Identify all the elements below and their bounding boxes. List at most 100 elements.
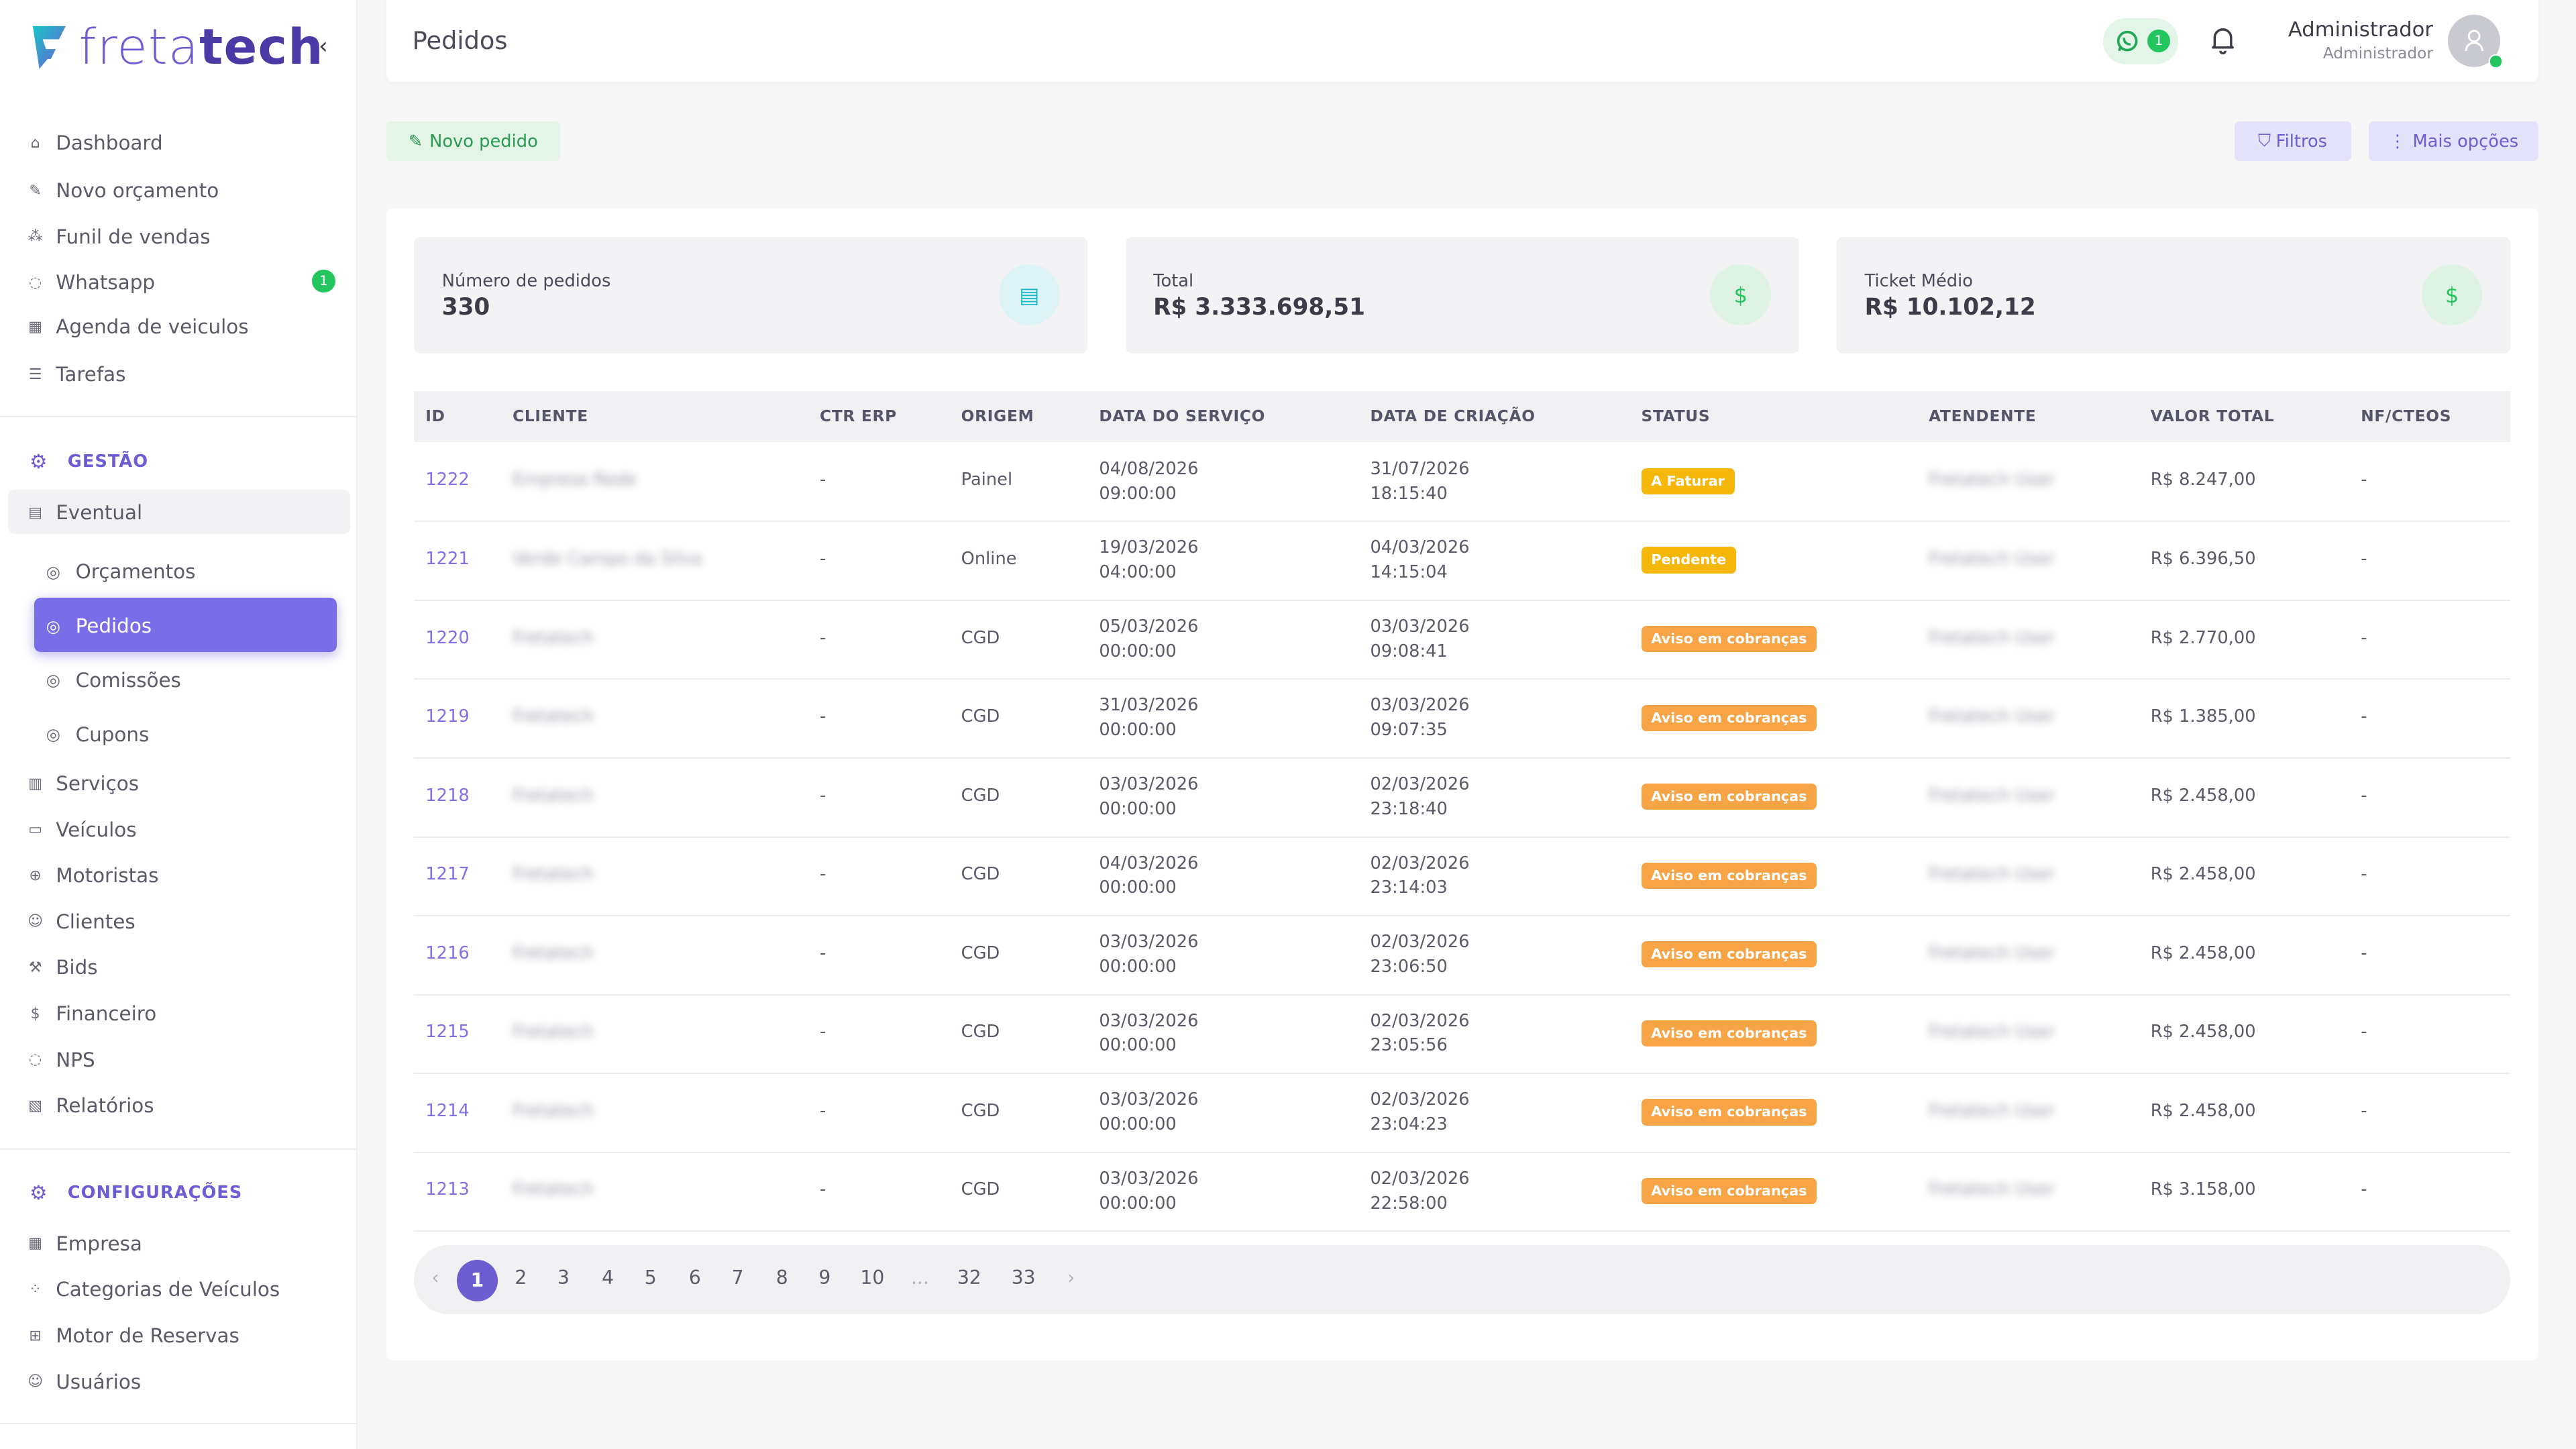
users-icon: ☺ bbox=[28, 913, 44, 930]
nav-orcamentos[interactable]: ◎ Orçamentos bbox=[46, 555, 196, 588]
page-button[interactable]: 32 bbox=[951, 1267, 987, 1289]
table-row[interactable]: 1221 Verde Campo da Silva - Online 19/03/202… bbox=[414, 521, 2511, 601]
col-cliente[interactable]: CLIENTE bbox=[513, 407, 588, 425]
cell-id[interactable]: 1219 bbox=[425, 706, 469, 727]
nav-label: Empresa bbox=[56, 1232, 142, 1255]
table-row[interactable]: 1214 Fretatech - CGD 03/03/2026 00:00:00 02/03… bbox=[414, 1073, 2511, 1153]
col-id[interactable]: ID bbox=[425, 407, 445, 425]
page-button[interactable]: 9 bbox=[806, 1267, 843, 1289]
nav-label: Orçamentos bbox=[75, 560, 196, 584]
cell-data-criacao: 02/03/2026 23:05:56 bbox=[1370, 1009, 1469, 1058]
table-row[interactable]: 1215 Fretatech - CGD 03/03/2026 00:00:00 02/03… bbox=[414, 994, 2511, 1075]
nav-comissoes[interactable]: ◎ Comissões bbox=[46, 663, 181, 696]
user-name[interactable]: Administrador bbox=[2288, 18, 2433, 42]
nav-financeiro[interactable]: $ Financeiro bbox=[26, 998, 157, 1030]
cell-nf: - bbox=[2361, 1022, 2367, 1042]
cell-data-criacao: 04/03/2026 14:15:04 bbox=[1370, 535, 1469, 584]
col-status[interactable]: STATUS bbox=[1642, 407, 1711, 425]
cell-date: 02/03/2026 bbox=[1370, 1010, 1470, 1031]
cell-id[interactable]: 1222 bbox=[425, 470, 469, 490]
cell-date: 02/03/2026 bbox=[1370, 1168, 1470, 1189]
brand-logo[interactable]: fretatech bbox=[30, 19, 324, 75]
bell-icon[interactable] bbox=[2210, 26, 2236, 54]
nav-eventual[interactable]: ▤ Eventual bbox=[26, 496, 142, 529]
nav-motor-reservas[interactable]: ⊞ Motor de Reservas bbox=[26, 1320, 239, 1352]
table-row[interactable]: 1216 Fretatech - CGD 03/03/2026 00:00:00 02/03… bbox=[414, 915, 2511, 996]
cell-nf: - bbox=[2361, 1100, 2367, 1121]
nav-veiculos[interactable]: ▭ Veículos bbox=[26, 813, 136, 846]
page-button[interactable]: 4 bbox=[590, 1267, 626, 1289]
page-button[interactable]: 2 bbox=[502, 1267, 539, 1289]
next-page-button[interactable]: › bbox=[1053, 1267, 1089, 1289]
nav-usuarios[interactable]: ☺ Usuários bbox=[26, 1365, 141, 1398]
page-button[interactable]: 8 bbox=[764, 1267, 800, 1289]
gear-icon: ⚙ bbox=[30, 1181, 48, 1204]
table-row[interactable]: 1219 Fretatech - CGD 31/03/2026 00:00:00 03/03… bbox=[414, 678, 2511, 759]
clipboard-icon: ▥ bbox=[28, 775, 43, 792]
nav-whatsapp[interactable]: ◌ Whatsapp bbox=[26, 266, 155, 299]
nav-label: Pedidos bbox=[75, 614, 152, 638]
cell-time: 04:00:00 bbox=[1099, 562, 1177, 583]
cell-id[interactable]: 1214 bbox=[425, 1101, 469, 1121]
page-button[interactable]: 7 bbox=[720, 1267, 756, 1289]
nav-relatorios[interactable]: ▧ Relatórios bbox=[26, 1089, 154, 1122]
status-badge: Aviso em cobranças bbox=[1641, 1020, 1817, 1046]
cell-atendente: Fretatech User bbox=[1929, 1022, 2055, 1042]
button-label: Novo pedido bbox=[429, 131, 538, 152]
cell-id[interactable]: 1213 bbox=[425, 1179, 469, 1199]
col-valor-total[interactable]: VALOR TOTAL bbox=[2151, 407, 2275, 425]
status-badge: Aviso em cobranças bbox=[1641, 862, 1817, 889]
section-gestao: ⚙ GESTÃO bbox=[30, 450, 148, 473]
col-atendente[interactable]: ATENDENTE bbox=[1929, 407, 2036, 425]
table-row[interactable]: 1213 Fretatech - CGD 03/03/2026 00:00:00 02/03… bbox=[414, 1152, 2511, 1232]
cell-id[interactable]: 1216 bbox=[425, 943, 469, 963]
cell-origem: CGD bbox=[961, 1022, 1000, 1042]
nav-agenda[interactable]: ▦ Agenda de veiculos bbox=[26, 311, 248, 343]
table-row[interactable]: 1218 Fretatech - CGD 03/03/2026 00:00:00 02/03… bbox=[414, 757, 2511, 838]
table-row[interactable]: 1222 Empresa Rede - Painel 04/08/2026 09:00:0… bbox=[414, 442, 2511, 523]
nav-nps[interactable]: ◌ NPS bbox=[26, 1043, 95, 1076]
page-button[interactable]: 3 bbox=[545, 1267, 582, 1289]
cell-id[interactable]: 1217 bbox=[425, 864, 469, 884]
nav-servicos[interactable]: ▥ Serviços bbox=[26, 767, 139, 800]
chat-icon: ◌ bbox=[29, 1051, 42, 1069]
page-button[interactable]: 10 bbox=[854, 1267, 890, 1289]
page-button-active[interactable]: 1 bbox=[456, 1260, 498, 1301]
page-button[interactable]: 6 bbox=[677, 1267, 713, 1289]
filtros-button[interactable]: ⛉ Filtros bbox=[2234, 121, 2351, 161]
col-origem[interactable]: ORIGEM bbox=[961, 407, 1034, 425]
col-data-criacao[interactable]: DATA DE CRIAÇÃO bbox=[1370, 407, 1535, 425]
nav-dashboard[interactable]: ⌂ Dashboard bbox=[26, 127, 163, 160]
nav-bids[interactable]: ⚒ Bids bbox=[26, 951, 98, 984]
nav-novo-orcamento[interactable]: ✎ Novo orçamento bbox=[26, 174, 219, 207]
mais-opcoes-button[interactable]: ⋮ Mais opções bbox=[2369, 121, 2538, 161]
cell-id[interactable]: 1215 bbox=[425, 1022, 469, 1042]
col-ctr-erp[interactable]: CTR ERP bbox=[820, 407, 897, 425]
nav-pedidos[interactable]: ◎ Pedidos bbox=[46, 610, 152, 643]
page-button[interactable]: 33 bbox=[1006, 1267, 1042, 1289]
table-row[interactable]: 1217 Fretatech - CGD 04/03/2026 00:00:00 02/03… bbox=[414, 837, 2511, 917]
cell-id[interactable]: 1220 bbox=[425, 628, 469, 648]
collapse-sidebar-icon[interactable]: ‹ bbox=[319, 33, 328, 60]
top-header: Pedidos 1 Administrador Administrador bbox=[386, 0, 2538, 83]
col-nf-cteos[interactable]: NF/CTEOS bbox=[2361, 407, 2451, 425]
cell-id[interactable]: 1221 bbox=[425, 549, 469, 569]
nav-motoristas[interactable]: ⊕ Motoristas bbox=[26, 859, 158, 892]
cell-cliente: Empresa Rede bbox=[513, 470, 637, 490]
novo-pedido-button[interactable]: ✎ Novo pedido bbox=[386, 121, 561, 161]
cell-ctr-erp: - bbox=[820, 706, 826, 727]
nav-categorias[interactable]: ⁘ Categorias de Veículos bbox=[26, 1273, 280, 1306]
nav-empresa[interactable]: ▦ Empresa bbox=[26, 1227, 142, 1260]
nav-funil[interactable]: ⁂ Funil de vendas bbox=[26, 220, 211, 253]
nav-cupons[interactable]: ◎ Cupons bbox=[46, 718, 150, 751]
pagination-ellipsis: ... bbox=[910, 1267, 929, 1289]
table-row[interactable]: 1220 Fretatech - CGD 05/03/2026 00:00:00 03/03… bbox=[414, 600, 2511, 680]
nav-tarefas[interactable]: ☰ Tarefas bbox=[26, 358, 126, 391]
nav-clientes[interactable]: ☺ Clientes bbox=[26, 905, 136, 938]
cell-id[interactable]: 1218 bbox=[425, 786, 469, 806]
col-data-servico[interactable]: DATA DO SERVIÇO bbox=[1099, 407, 1265, 425]
circle-icon: ◎ bbox=[46, 616, 60, 636]
page-button[interactable]: 5 bbox=[633, 1267, 669, 1289]
prev-page-button[interactable]: ‹ bbox=[417, 1267, 453, 1289]
whatsapp-button[interactable]: 1 bbox=[2102, 17, 2179, 64]
